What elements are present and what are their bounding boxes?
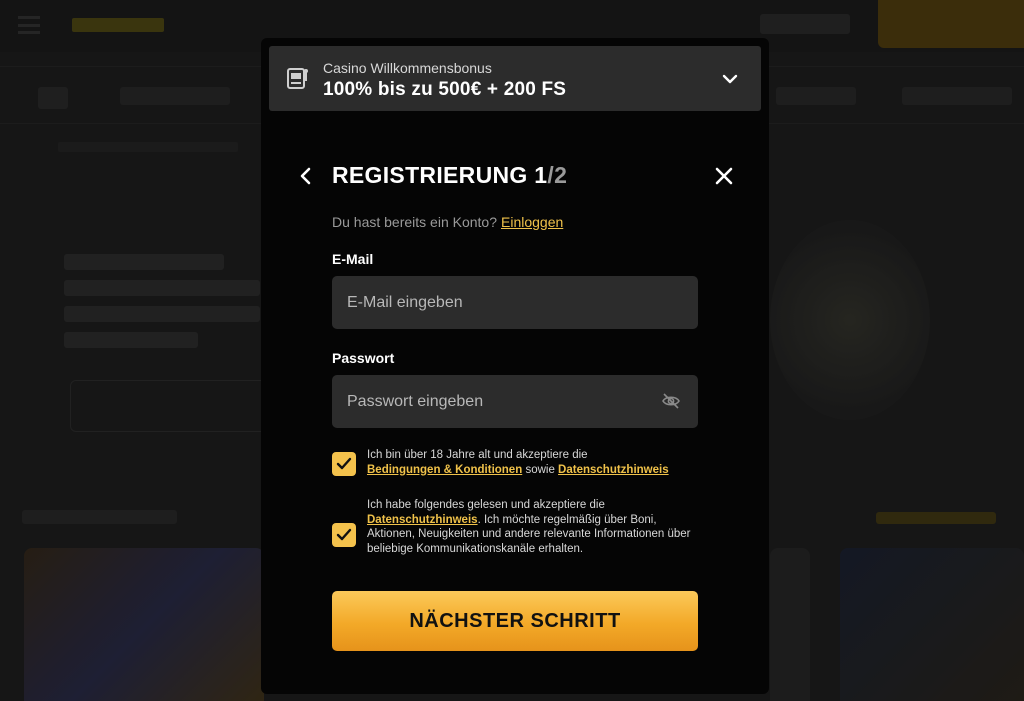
password-field-wrapper [332,375,698,428]
chevron-left-icon[interactable] [297,166,315,186]
terms-text-between: sowie [525,463,555,476]
marketing-consent-text: Ich habe folgendes gelesen und akzeptier… [367,498,697,556]
eye-off-icon[interactable] [661,391,681,411]
marketing-privacy-link[interactable]: Datenschutzhinweis [367,514,478,526]
login-prompt-text: Du hast bereits ein Konto? [332,214,497,230]
terms-checkbox[interactable] [332,452,356,476]
email-field-wrapper [332,276,698,329]
login-link[interactable]: Einloggen [501,214,563,230]
bonus-selector[interactable]: Casino Willkommensbonus 100% bis zu 500€… [269,46,761,111]
chevron-down-icon[interactable] [721,70,739,88]
modal-title-step: /2 [547,162,568,188]
password-field[interactable] [332,375,698,428]
modal-title-text: REGISTRIERUNG 1 [332,162,548,188]
modal-title: REGISTRIERUNG 1/2 [332,162,567,189]
email-field[interactable] [332,276,698,329]
checkmark-icon [336,528,352,541]
slot-machine-icon [287,66,309,90]
terms-link[interactable]: Bedingungen & Konditionen [367,464,522,476]
bonus-subtitle: Casino Willkommensbonus [323,60,492,76]
close-icon[interactable] [714,166,734,186]
password-label: Passwort [332,350,395,366]
checkmark-icon [336,457,352,470]
registration-modal: Casino Willkommensbonus 100% bis zu 500€… [261,38,769,694]
terms-consent-text: Ich bin über 18 Jahre alt und akzeptiere… [367,448,697,477]
email-label: E-Mail [332,251,374,267]
terms-text-before: Ich bin über 18 Jahre alt und akzeptiere… [367,449,588,461]
bonus-headline: 100% bis zu 500€ + 200 FS [323,79,567,100]
privacy-link[interactable]: Datenschutzhinweis [558,464,669,476]
marketing-text-before: Ich habe folgendes gelesen und akzeptier… [367,499,605,511]
marketing-checkbox[interactable] [332,523,356,547]
login-prompt: Du hast bereits ein Konto? Einloggen [332,214,563,230]
next-step-button[interactable]: NÄCHSTER SCHRITT [332,591,698,651]
